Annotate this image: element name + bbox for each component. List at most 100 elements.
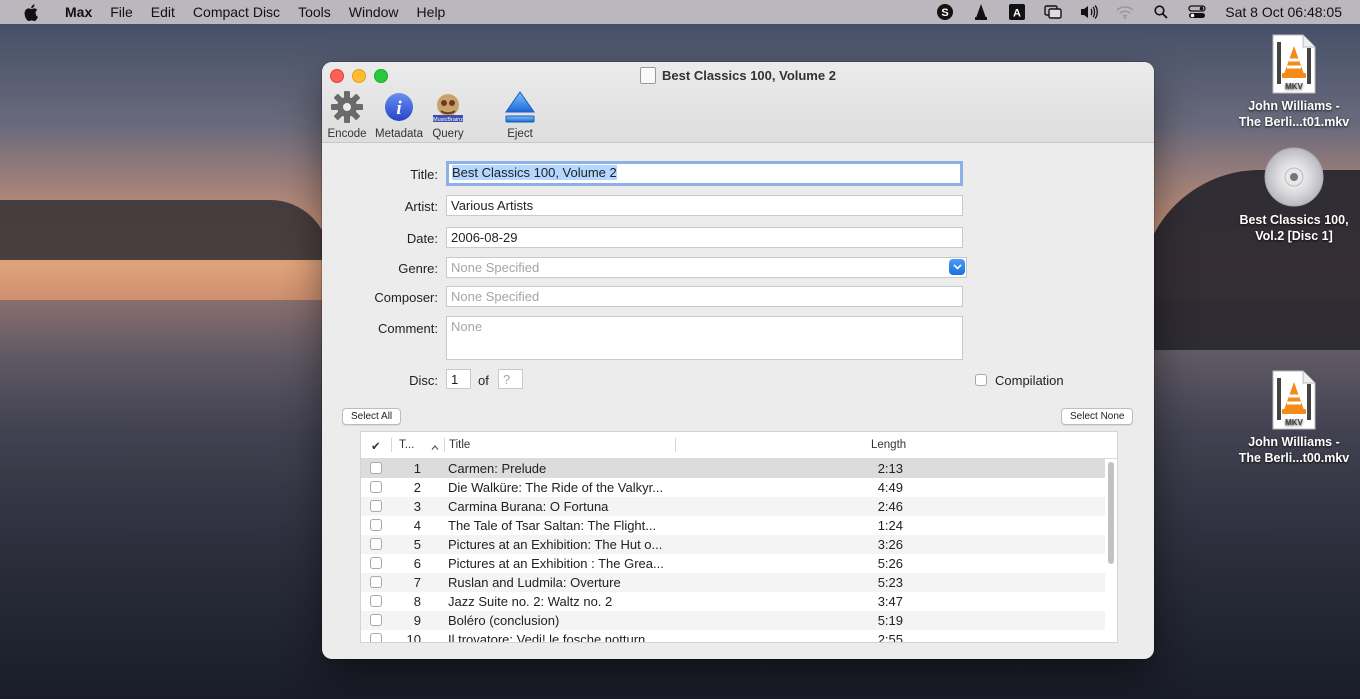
table-header: ✔ T... Title Length — [361, 432, 1117, 459]
query-label: Query — [432, 128, 464, 140]
table-row[interactable]: 7 Ruslan and Ludmila: Overture 5:23 — [361, 573, 1105, 592]
track-checkbox[interactable] — [370, 633, 382, 642]
genre-placeholder: None Specified — [451, 260, 540, 275]
chevron-down-icon[interactable] — [949, 259, 965, 275]
title-field[interactable]: Best Classics 100, Volume 2 — [446, 161, 963, 186]
track-number: 8 — [413, 594, 421, 609]
track-title: Carmina Burana: O Fortuna — [448, 499, 609, 514]
menu-clock[interactable]: Sat 8 Oct 06:48:05 — [1225, 4, 1342, 20]
track-title: Pictures at an Exhibition: The Hut o... — [448, 537, 663, 552]
menu-file[interactable]: File — [101, 0, 142, 24]
comment-field[interactable]: None — [446, 316, 963, 360]
artist-field[interactable]: Various Artists — [446, 195, 963, 216]
metadata-form: Title: Best Classics 100, Volume 2 Artis… — [322, 142, 1154, 659]
apple-menu-icon[interactable] — [20, 3, 42, 21]
volume-icon[interactable] — [1078, 3, 1100, 21]
table-row[interactable]: 9 Boléro (conclusion) 5:19 — [361, 611, 1105, 630]
info-icon: i — [381, 90, 417, 124]
disc-number-field[interactable]: 1 — [446, 369, 471, 389]
track-title: Il trovatore: Vedi! le fosche notturn... — [448, 632, 657, 643]
table-row[interactable]: 6 Pictures at an Exhibition : The Grea..… — [361, 554, 1105, 573]
composer-field[interactable]: None Specified — [446, 286, 963, 307]
date-field[interactable]: 2006-08-29 — [446, 227, 963, 248]
encode-button[interactable]: Encode — [328, 90, 367, 140]
table-row[interactable]: 10 Il trovatore: Vedi! le fosche notturn… — [361, 630, 1105, 643]
search-icon[interactable] — [1150, 3, 1172, 21]
track-title: Jazz Suite no. 2: Waltz no. 2 — [448, 594, 613, 609]
track-title: Ruslan and Ludmila: Overture — [448, 575, 621, 590]
column-header-track[interactable]: T... — [399, 439, 414, 451]
menu-edit[interactable]: Edit — [142, 0, 184, 24]
document-icon — [640, 67, 657, 84]
screen-mirroring-icon[interactable] — [1042, 3, 1064, 21]
column-header-title[interactable]: Title — [449, 439, 470, 451]
vlc-icon[interactable] — [970, 3, 992, 21]
genre-combobox[interactable]: None Specified — [446, 257, 967, 278]
select-all-button[interactable]: Select All — [342, 408, 402, 425]
track-number: 6 — [413, 556, 421, 571]
table-row[interactable]: 5 Pictures at an Exhibition: The Hut o..… — [361, 535, 1105, 554]
eject-button[interactable]: Eject — [498, 90, 542, 140]
desktop-disc-best-classics[interactable]: Best Classics 100, Vol.2 [Disc 1] — [1224, 146, 1360, 244]
composer-label: Composer: — [374, 290, 438, 305]
desktop-label-line1: John Williams - — [1248, 99, 1340, 113]
table-row[interactable]: 8 Jazz Suite no. 2: Waltz no. 2 3:47 — [361, 592, 1105, 611]
track-length: 1:24 — [877, 518, 903, 533]
title-field-value: Best Classics 100, Volume 2 — [452, 165, 617, 180]
track-title: Die Walküre: The Ride of the Valkyr... — [448, 480, 664, 495]
metadata-button[interactable]: i Metadata — [374, 90, 424, 140]
gear-icon — [329, 90, 365, 124]
wifi-icon[interactable] — [1114, 3, 1136, 21]
track-checkbox[interactable] — [370, 614, 382, 626]
table-scrollbar[interactable] — [1108, 462, 1114, 564]
disc-total-field[interactable]: ? — [498, 369, 523, 389]
track-number: 5 — [413, 537, 421, 552]
control-center-icon[interactable] — [1186, 3, 1208, 21]
track-checkbox[interactable] — [370, 595, 382, 607]
sort-ascending-icon[interactable] — [431, 441, 439, 453]
menu-app-max[interactable]: Max — [56, 0, 101, 24]
track-checkbox[interactable] — [370, 519, 382, 531]
column-header-check[interactable]: ✔ — [371, 439, 381, 453]
title-label: Title: — [410, 167, 438, 182]
track-checkbox[interactable] — [370, 576, 382, 588]
skype-icon[interactable]: S — [934, 3, 956, 21]
table-row[interactable]: 1 Carmen: Prelude 2:13 — [361, 459, 1105, 478]
svg-text:S: S — [942, 7, 949, 19]
track-checkbox[interactable] — [370, 481, 382, 493]
table-row[interactable]: 3 Carmina Burana: O Fortuna 2:46 — [361, 497, 1105, 516]
window-title-text: Best Classics 100, Volume 2 — [662, 68, 836, 83]
date-label: Date: — [406, 231, 438, 246]
menu-tools[interactable]: Tools — [289, 0, 340, 24]
track-number: 10 — [406, 632, 421, 643]
wallpaper-island-left — [0, 200, 330, 260]
text-input-icon[interactable]: A — [1006, 3, 1028, 21]
svg-text:i: i — [396, 98, 402, 119]
track-length: 4:49 — [877, 480, 903, 495]
desktop-file-mkv-t01[interactable]: MKV John Williams - The Berli...t01.mkv — [1224, 34, 1360, 130]
menu-window[interactable]: Window — [340, 0, 408, 24]
track-length: 2:55 — [877, 632, 903, 643]
query-button[interactable]: MusicBrainz Query — [424, 90, 472, 140]
mkv-file-icon: MKV — [1224, 370, 1360, 430]
track-number: 2 — [413, 480, 421, 495]
compilation-label: Compilation — [995, 373, 1064, 388]
menu-help[interactable]: Help — [408, 0, 455, 24]
select-none-button[interactable]: Select None — [1061, 408, 1134, 425]
compilation-checkbox[interactable] — [975, 374, 987, 386]
svg-text:A: A — [1013, 8, 1021, 20]
table-row[interactable]: 4 The Tale of Tsar Saltan: The Flight...… — [361, 516, 1105, 535]
column-header-length[interactable]: Length — [871, 439, 906, 451]
desktop-label-line1: John Williams - — [1248, 435, 1340, 449]
track-checkbox[interactable] — [370, 500, 382, 512]
desktop-file-mkv-t00[interactable]: MKV John Williams - The Berli...t00.mkv — [1224, 370, 1360, 466]
table-body: 1 Carmen: Prelude 2:13 2 Die Walküre: Th… — [361, 459, 1105, 643]
track-checkbox[interactable] — [370, 538, 382, 550]
track-length: 3:26 — [877, 537, 903, 552]
track-checkbox[interactable] — [370, 462, 382, 474]
menu-compact-disc[interactable]: Compact Disc — [184, 0, 289, 24]
table-row[interactable]: 2 Die Walküre: The Ride of the Valkyr...… — [361, 478, 1105, 497]
genre-label: Genre: — [398, 261, 438, 276]
max-window: Best Classics 100, Volume 2 Encode i Met… — [322, 62, 1154, 659]
track-checkbox[interactable] — [370, 557, 382, 569]
